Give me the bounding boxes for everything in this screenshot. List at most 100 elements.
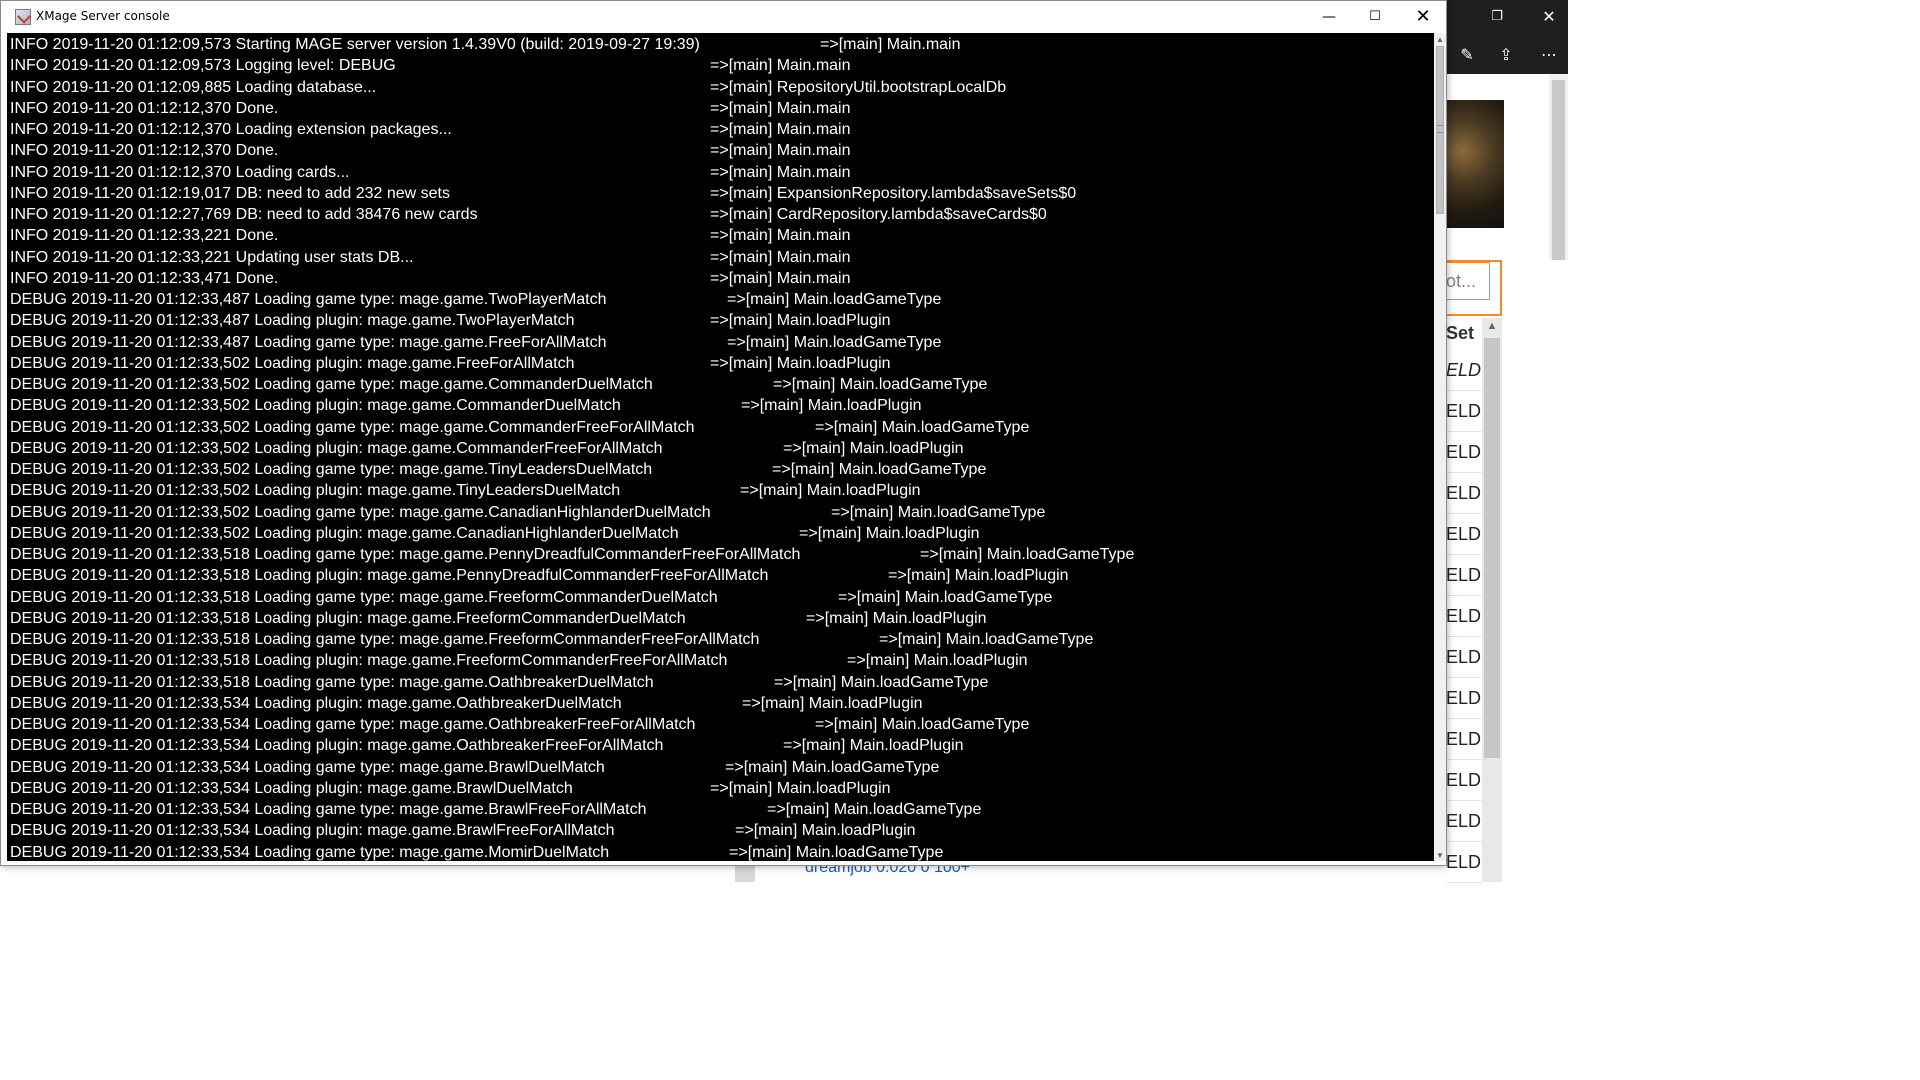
log-line: INFO 2019-11-20 01:12:27,769 DB: need to… (7, 204, 1434, 225)
log-message: DEBUG 2019-11-20 01:12:33,534 Loading pl… (10, 695, 622, 712)
log-message: DEBUG 2019-11-20 01:12:33,518 Loading pl… (10, 610, 686, 627)
log-source: =>[main] Main.loadPlugin (783, 737, 964, 754)
minimize-button[interactable]: — (1306, 1, 1352, 32)
log-line: DEBUG 2019-11-20 01:12:33,534 Loading pl… (7, 735, 1434, 756)
log-line: DEBUG 2019-11-20 01:12:33,502 Loading pl… (7, 438, 1434, 459)
log-source: =>[main] RepositoryUtil.bootstrapLocalDb (710, 79, 1007, 96)
log-message: DEBUG 2019-11-20 01:12:33,502 Loading ga… (10, 504, 711, 521)
log-message: INFO 2019-11-20 01:12:12,370 Done. (10, 100, 279, 117)
more-icon[interactable]: ⋯ (1538, 42, 1560, 66)
log-line: DEBUG 2019-11-20 01:12:33,487 Loading pl… (7, 310, 1434, 331)
set-cell[interactable]: ELD (1446, 351, 1482, 391)
log-message: DEBUG 2019-11-20 01:12:33,534 Loading ga… (10, 716, 696, 733)
maximize-button[interactable]: ☐ (1352, 1, 1398, 32)
log-line: DEBUG 2019-11-20 01:12:33,502 Loading ga… (7, 374, 1434, 395)
log-source: =>[main] Main.loadGameType (727, 334, 942, 351)
log-message: DEBUG 2019-11-20 01:12:33,502 Loading pl… (10, 355, 575, 372)
log-line: DEBUG 2019-11-20 01:12:33,518 Loading pl… (7, 650, 1434, 671)
log-line: DEBUG 2019-11-20 01:12:33,502 Loading ga… (7, 417, 1434, 438)
log-line: INFO 2019-11-20 01:12:09,573 Logging lev… (7, 55, 1434, 76)
log-line: DEBUG 2019-11-20 01:12:33,534 Loading pl… (7, 693, 1434, 714)
scroll-grip (1437, 125, 1443, 133)
log-line: INFO 2019-11-20 01:12:33,221 Done. =>[mai… (7, 225, 1434, 246)
log-line: INFO 2019-11-20 01:12:12,370 Done. =>[mai… (7, 140, 1434, 161)
log-source: =>[main] Main.main (710, 249, 851, 266)
log-source: =>[main] Main.main (710, 121, 851, 138)
log-source: =>[main] CardRepository.lambda$saveCards… (710, 206, 1047, 223)
log-source: =>[main] Main.loadGameType (773, 376, 988, 393)
set-cell[interactable]: ELD (1446, 843, 1482, 883)
set-cell[interactable]: ELD (1446, 761, 1482, 801)
log-source: =>[main] Main.main (820, 36, 961, 53)
title-bar[interactable]: XMage Server console — ☐ ✕ (1, 1, 1446, 32)
set-cell[interactable]: ELD (1446, 474, 1482, 514)
background-scroll-thumb[interactable] (1552, 80, 1565, 260)
log-line: INFO 2019-11-20 01:12:12,370 Loading ext… (7, 119, 1434, 140)
log-source: =>[main] Main.main (710, 100, 851, 117)
set-cell[interactable]: ELD (1446, 556, 1482, 596)
scroll-up-icon[interactable]: ▲ (1484, 318, 1500, 334)
log-line: DEBUG 2019-11-20 01:12:33,518 Loading ga… (7, 544, 1434, 565)
log-message: DEBUG 2019-11-20 01:12:33,502 Loading ga… (10, 461, 653, 478)
log-source: =>[main] Main.loadGameType (774, 674, 989, 691)
log-source: =>[main] Main.loadPlugin (847, 652, 1028, 669)
scroll-up-arrow-icon[interactable]: ▲ (1434, 33, 1446, 45)
log-source: =>[main] Main.loadPlugin (740, 482, 921, 499)
log-message: DEBUG 2019-11-20 01:12:33,502 Loading ga… (10, 419, 695, 436)
set-cell[interactable]: ELD (1446, 515, 1482, 555)
window-title: XMage Server console (36, 9, 170, 23)
log-message: INFO 2019-11-20 01:12:33,221 Updating us… (10, 249, 414, 266)
console-window: XMage Server console — ☐ ✕ INFO 2019-11-… (0, 0, 1447, 866)
log-source: =>[main] Main.loadPlugin (735, 822, 916, 839)
search-input[interactable]: ot... (1446, 262, 1490, 300)
set-cell[interactable]: ELD (1446, 392, 1482, 432)
set-cell[interactable]: ELD (1446, 433, 1482, 473)
log-line: DEBUG 2019-11-20 01:12:33,518 Loading pl… (7, 608, 1434, 629)
log-line: INFO 2019-11-20 01:12:09,573 Starting MA… (7, 34, 1434, 55)
log-source: =>[main] Main.loadGameType (729, 844, 944, 861)
log-source: =>[main] Main.loadPlugin (710, 312, 891, 329)
log-source: =>[main] Main.loadPlugin (741, 397, 922, 414)
close-icon[interactable]: ✕ (1538, 6, 1560, 26)
set-cell[interactable]: ELD (1446, 638, 1482, 678)
log-message: DEBUG 2019-11-20 01:12:33,487 Loading ga… (10, 291, 607, 308)
log-message: INFO 2019-11-20 01:12:33,471 Done. (10, 270, 279, 287)
log-message: DEBUG 2019-11-20 01:12:33,502 Loading pl… (10, 525, 679, 542)
log-source: =>[main] Main.loadGameType (767, 801, 982, 818)
set-cell[interactable]: ELD (1446, 802, 1482, 842)
restore-icon[interactable]: ❐ (1486, 6, 1508, 26)
close-button[interactable]: ✕ (1400, 1, 1446, 32)
log-message: DEBUG 2019-11-20 01:12:33,518 Loading pl… (10, 567, 769, 584)
console-log-area[interactable]: INFO 2019-11-20 01:12:09,573 Starting MA… (7, 33, 1434, 861)
log-source: =>[main] Main.main (710, 142, 851, 159)
pen-icon[interactable]: ✎ (1456, 42, 1478, 66)
log-line: DEBUG 2019-11-20 01:12:33,502 Loading pl… (7, 395, 1434, 416)
log-message: DEBUG 2019-11-20 01:12:33,518 Loading ga… (10, 631, 760, 648)
log-message: DEBUG 2019-11-20 01:12:33,518 Loading ga… (10, 546, 801, 563)
log-source: =>[main] Main.loadGameType (815, 419, 1030, 436)
log-source: =>[main] Main.loadPlugin (783, 440, 964, 457)
log-line: DEBUG 2019-11-20 01:12:33,502 Loading pl… (7, 480, 1434, 501)
share-icon[interactable]: ⇪ (1495, 42, 1517, 66)
log-message: INFO 2019-11-20 01:12:09,885 Loading dat… (10, 79, 377, 96)
set-cell[interactable]: ELD (1446, 597, 1482, 637)
log-source: =>[main] Main.loadPlugin (742, 695, 923, 712)
log-source: =>[main] Main.loadPlugin (806, 610, 987, 627)
log-source: =>[main] Main.main (710, 270, 851, 287)
log-message: DEBUG 2019-11-20 01:12:33,487 Loading pl… (10, 312, 575, 329)
log-message: DEBUG 2019-11-20 01:12:33,518 Loading pl… (10, 652, 728, 669)
log-message: INFO 2019-11-20 01:12:12,370 Loading car… (10, 164, 350, 181)
log-line: INFO 2019-11-20 01:12:19,017 DB: need to… (7, 183, 1434, 204)
table-scroll-thumb[interactable] (1484, 338, 1500, 758)
log-line: DEBUG 2019-11-20 01:12:33,518 Loading ga… (7, 672, 1434, 693)
log-message: DEBUG 2019-11-20 01:12:33,534 Loading pl… (10, 737, 664, 754)
set-column-header[interactable]: Set (1446, 318, 1482, 348)
background-panel (1506, 260, 1568, 882)
log-line: DEBUG 2019-11-20 01:12:33,534 Loading pl… (7, 778, 1434, 799)
scroll-down-arrow-icon[interactable]: ▼ (1434, 849, 1446, 861)
log-message: DEBUG 2019-11-20 01:12:33,487 Loading ga… (10, 334, 607, 351)
set-cell[interactable]: ELD (1446, 720, 1482, 760)
log-source: =>[main] Main.loadGameType (727, 291, 942, 308)
log-source: =>[main] Main.loadPlugin (888, 567, 1069, 584)
set-cell[interactable]: ELD (1446, 679, 1482, 719)
